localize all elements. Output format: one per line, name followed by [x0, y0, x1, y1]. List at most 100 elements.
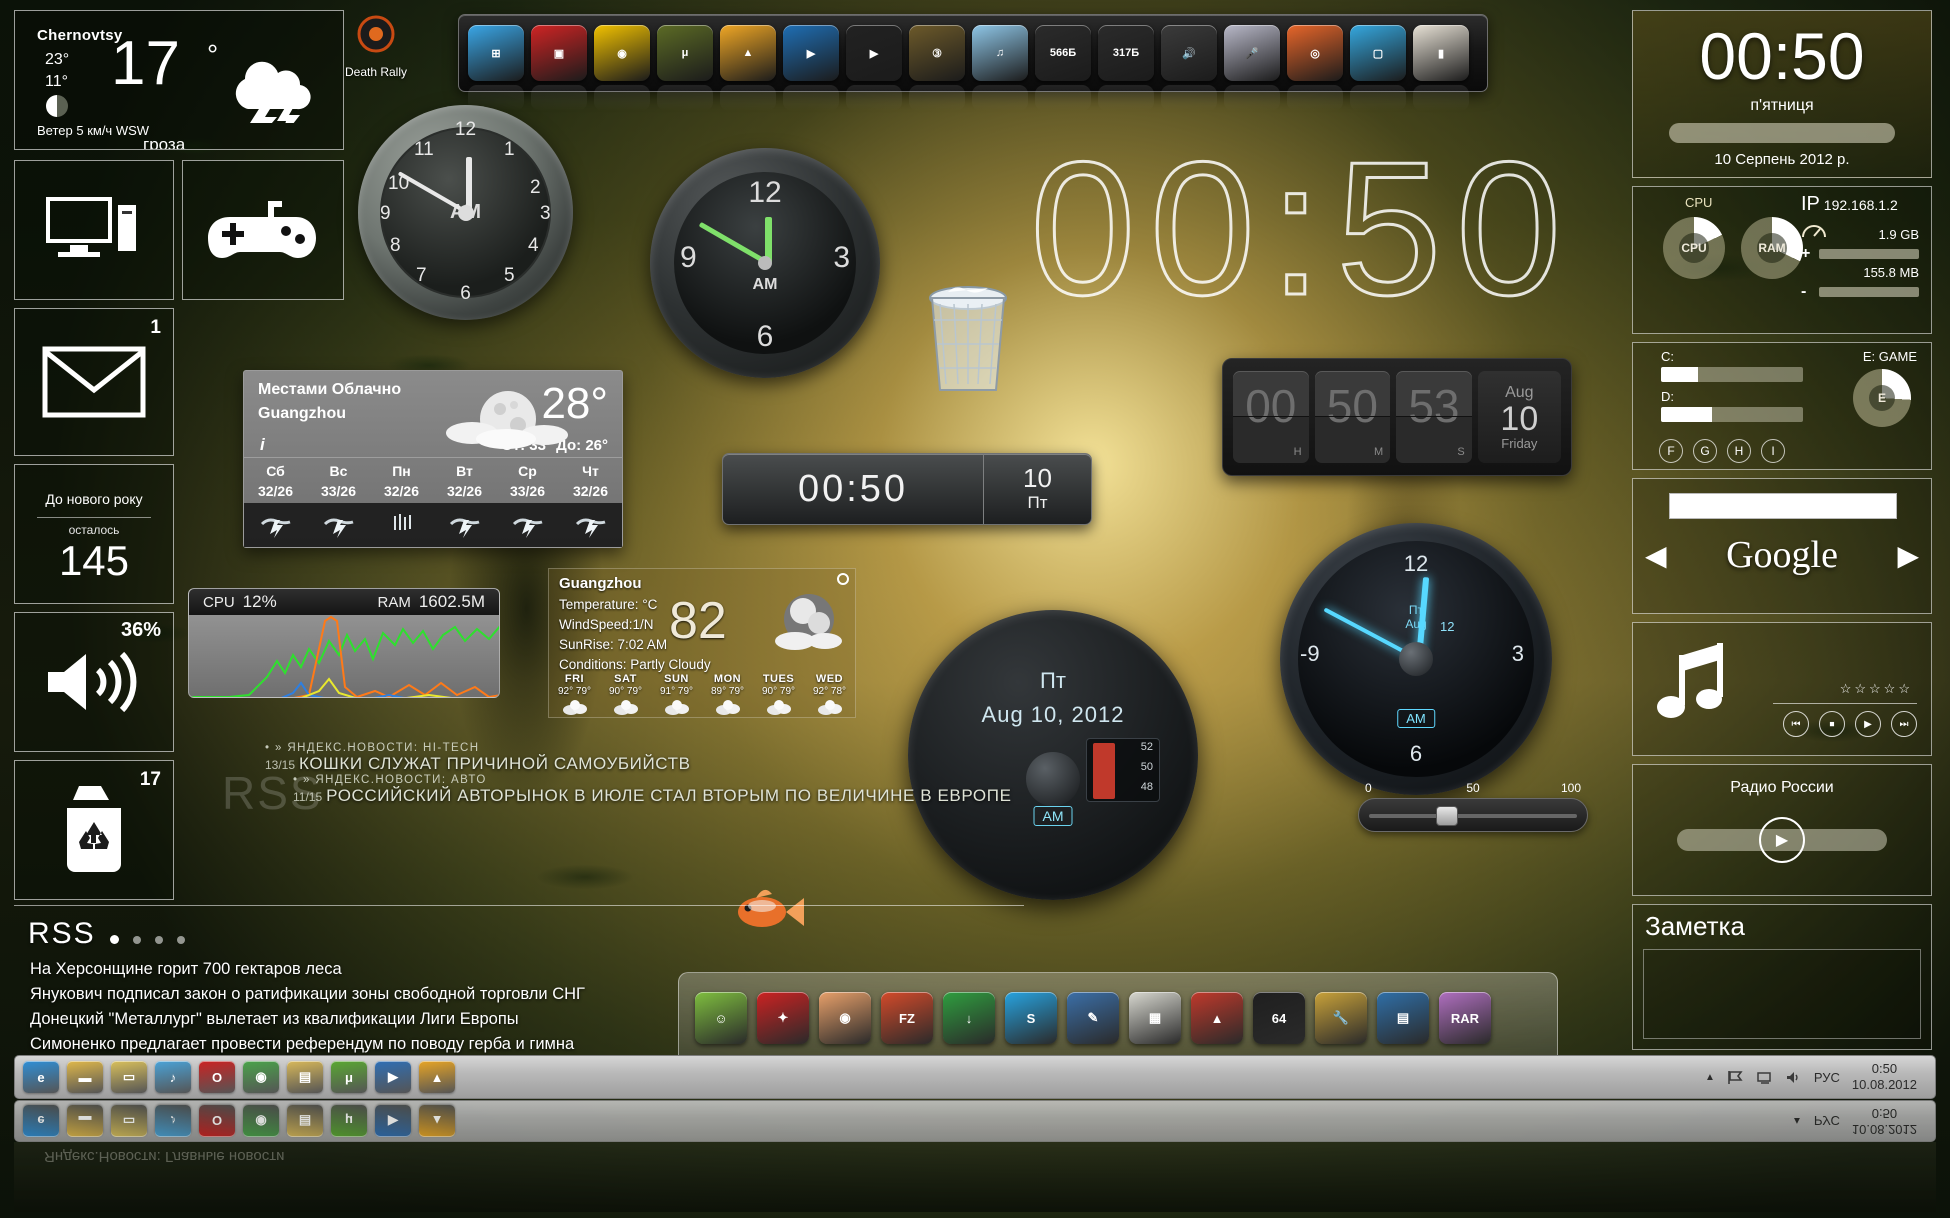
dock-icon-green-face-app[interactable]: ☺: [695, 992, 747, 1044]
dock-icon-microphone-app[interactable]: 🎤: [1224, 25, 1280, 111]
tile-computer[interactable]: [14, 160, 174, 300]
tray-clock[interactable]: 0:50 10.08.2012: [1852, 1061, 1917, 1094]
weather-widget-guangzhou-detail[interactable]: Guangzhou Temperature: °C WindSpeed:1/N …: [548, 568, 856, 718]
music-prev-button[interactable]: ⏮: [1783, 711, 1809, 737]
dock-icon-download-app[interactable]: ↓: [943, 992, 995, 1044]
rss-item[interactable]: Симоненко предлагает провести референдум…: [30, 1032, 585, 1057]
news-feed-item[interactable]: • » ЯНДЕКС.НОВОСТИ: АВТО 11/15 РОССИЙСКИЙ …: [293, 774, 1025, 806]
google-next-arrow[interactable]: ▶: [1897, 539, 1919, 572]
sidebar-google-panel[interactable]: ◀ Google ▶: [1632, 478, 1932, 614]
tile-recycle-bin[interactable]: 17: [14, 760, 174, 900]
news-feed-item[interactable]: • » ЯНДЕКС.НОВОСТИ: HI-TECH 13/15 КОШКИ СЛ…: [265, 742, 1025, 774]
system-tray[interactable]: ▲ РУС 0:50 10.08.2012: [1705, 1061, 1927, 1094]
drive-f-button[interactable]: F: [1659, 439, 1683, 463]
drive-i-button[interactable]: I: [1761, 439, 1785, 463]
music-stop-button[interactable]: ⏹: [1819, 711, 1845, 737]
trash-can-icon[interactable]: [922, 282, 1014, 402]
drive-h-button[interactable]: H: [1727, 439, 1751, 463]
dock-icon-rocket-app[interactable]: ▲: [1191, 992, 1243, 1044]
dock-icon-calculator-app[interactable]: ▦: [1129, 992, 1181, 1044]
dock-icon-chrome[interactable]: ◉: [594, 25, 650, 111]
dock-icon-winrar-app[interactable]: RAR: [1439, 992, 1491, 1044]
dock-icon-movie-clapper[interactable]: ▶: [846, 25, 902, 111]
dock-icon-film-reel[interactable]: ③: [909, 25, 965, 111]
top-dock[interactable]: ⊞ ▣ ◉ μ ▲ ▶ ▶ ③ ♫ 566Б 317Б 🔊 🎤 ◎ ▢ ▮: [458, 14, 1488, 111]
drive-c-label: C:: [1661, 349, 1674, 364]
tile-new-year-countdown[interactable]: До нового року осталось 145: [14, 464, 174, 604]
dock-icon-video-red-app[interactable]: ▣: [531, 25, 587, 111]
rss-page-dots[interactable]: [110, 935, 185, 944]
dock-icon-tuxguitar[interactable]: μ: [657, 25, 713, 111]
taskbar-icons[interactable]: e ▬ ▭ ♪ O ◉ ▤ μ ▶ ▲: [23, 1061, 463, 1093]
wx3-settings-icon[interactable]: [837, 573, 849, 585]
dock-icon-blue-square-app[interactable]: ▢: [1350, 25, 1406, 111]
music-next-button[interactable]: ⏭: [1891, 711, 1917, 737]
dock-icon-drive-317gb[interactable]: 317Б: [1098, 25, 1154, 111]
tray-language[interactable]: РУС: [1814, 1070, 1840, 1085]
taskbar-music-player[interactable]: ♪: [155, 1061, 191, 1093]
drive-e-letter: E: [1877, 391, 1886, 405]
dock-icon-filezilla-app[interactable]: FZ: [881, 992, 933, 1044]
wx2-info-icon[interactable]: i: [260, 435, 265, 455]
dock-icon-firefox-app[interactable]: ◎: [1287, 25, 1343, 111]
taskbar-avast-antivirus[interactable]: ▲: [419, 1061, 455, 1093]
dock-icon-pen-app[interactable]: ✎: [1067, 992, 1119, 1044]
music-rating-stars[interactable]: ☆☆☆☆☆: [1840, 681, 1913, 697]
sidebar-music-panel[interactable]: ☆☆☆☆☆ ⏮ ⏹ ▶ ⏭: [1632, 622, 1932, 756]
rss-item[interactable]: Донецкий "Металлург" вылетает из квалифи…: [30, 1007, 585, 1032]
cpu-ram-graph-widget[interactable]: CPU 12% RAM 1602.5M: [188, 588, 500, 698]
weather-tile[interactable]: Chernovtsy 23° 11° Ветер 5 км/ч WSW 17 °…: [14, 10, 344, 150]
sidebar-radio-panel[interactable]: Радио России ▶: [1632, 764, 1932, 896]
weather-widget-guangzhou-grey[interactable]: Местами Облачно Guangzhou 28° i От: 33° …: [243, 370, 623, 548]
tray-chevron-icon[interactable]: ▲: [1705, 1072, 1715, 1083]
drive-g-button[interactable]: G: [1693, 439, 1717, 463]
dock-icon-tools-app[interactable]: 🔧: [1315, 992, 1367, 1044]
sidebar-note-panel[interactable]: Заметка: [1632, 904, 1932, 1050]
note-textarea[interactable]: [1643, 949, 1921, 1039]
wx2-day-name: Вс: [329, 463, 348, 479]
volume-icon[interactable]: [1785, 1070, 1802, 1085]
dock-icon-speaker-app[interactable]: 🔊: [1161, 25, 1217, 111]
rss-item[interactable]: На Херсонщине горит 700 гектаров леса: [30, 957, 585, 982]
dock-icon-photo-app[interactable]: ▮: [1413, 25, 1469, 111]
dock-icon-media-player-blue[interactable]: ▶: [783, 25, 839, 111]
dock-icon-start-orb[interactable]: ⊞: [468, 25, 524, 111]
digital-clock-strip[interactable]: 00:50 10 Пт: [722, 453, 1092, 525]
volume-slider-widget[interactable]: 0 50 100: [1358, 781, 1588, 832]
music-play-button[interactable]: ▶: [1855, 711, 1881, 737]
taskbar-folder-yellow[interactable]: ▭: [111, 1061, 147, 1093]
tile-mail[interactable]: 1: [14, 308, 174, 456]
bottom-dock[interactable]: ☺ ✦ ◉ FZ ↓ S ✎ ▦ ▲ 64 🔧 ▤ RAR: [678, 972, 1558, 1064]
dock-icon-avast[interactable]: ▲: [720, 25, 776, 111]
taskbar-chrome-browser[interactable]: ◉: [243, 1061, 279, 1093]
taskbar-folder-docs[interactable]: ▤: [287, 1061, 323, 1093]
tile-games[interactable]: [182, 160, 344, 300]
dock-icon-skype-app[interactable]: S: [1005, 992, 1057, 1044]
dock-icon-red-ladybug-app[interactable]: ✦: [757, 992, 809, 1044]
google-search-input[interactable]: [1669, 493, 1897, 519]
dock-icon-music-note-app[interactable]: ♫: [972, 25, 1028, 111]
flag-icon[interactable]: [1727, 1070, 1744, 1085]
rss-item[interactable]: Янукович подписал закон о ратификации зо…: [30, 982, 585, 1007]
network-icon[interactable]: [1756, 1070, 1773, 1085]
news-feed-top: • » ЯНДЕКС.НОВОСТИ: HI-TECH 13/15 КОШКИ СЛ…: [265, 742, 1025, 806]
taskbar-internet-explorer[interactable]: e: [23, 1061, 59, 1093]
radio-play-button[interactable]: ▶: [1759, 817, 1805, 863]
desktop-icon-death-rally[interactable]: Death Rally: [330, 14, 422, 79]
tile-volume[interactable]: 36%: [14, 612, 174, 752]
music-transport-buttons[interactable]: ⏮ ⏹ ▶ ⏭: [1783, 711, 1917, 737]
taskbar-folder-explorer[interactable]: ▬: [67, 1061, 103, 1093]
taskbar[interactable]: e ▬ ▭ ♪ O ◉ ▤ μ ▶ ▲ ▲ РУС 0:50 10.08.2012: [14, 1055, 1936, 1099]
slider-knob[interactable]: [1435, 806, 1458, 826]
flip-clock-widget[interactable]: 00 H 50 M 53 S Aug 10 Friday: [1222, 358, 1572, 476]
dock-icon-drive-566gb[interactable]: 566Б: [1035, 25, 1091, 111]
wx2-condition: Местами Облачно: [258, 381, 402, 398]
taskbar-utorrent[interactable]: μ: [331, 1061, 367, 1093]
taskbar-opera-browser[interactable]: O: [199, 1061, 235, 1093]
slider-track[interactable]: [1369, 814, 1577, 818]
taskbar-media-player[interactable]: ▶: [375, 1061, 411, 1093]
dock-icon-eye-app[interactable]: ◉: [819, 992, 871, 1044]
dock-icon-64-app[interactable]: 64: [1253, 992, 1305, 1044]
drive-e-label: E: GAME: [1862, 349, 1917, 364]
dock-icon-windows-tiles-app[interactable]: ▤: [1377, 992, 1429, 1044]
